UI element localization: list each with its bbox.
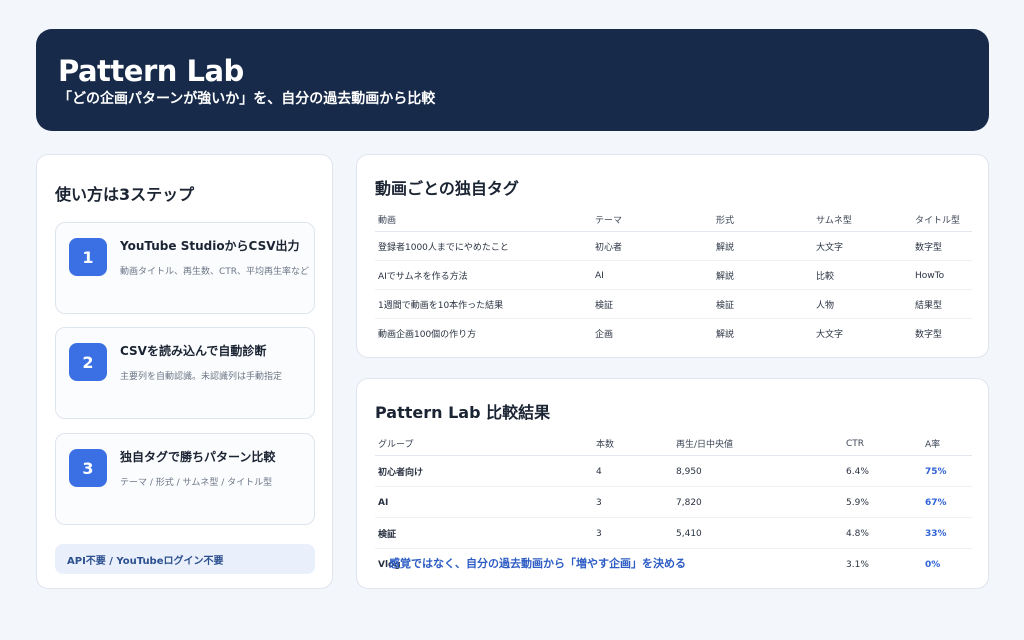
- median-views-cell: 7,820: [673, 486, 843, 518]
- app-title: Pattern Lab: [58, 54, 244, 88]
- theme-cell: 検証: [592, 289, 713, 319]
- tags-table: 動画 テーマ 形式 サムネ型 タイトル型 登録者1000人までにやめたこと 初心…: [375, 207, 972, 348]
- step-3: 3 独自タグで勝ちパターン比較 テーマ / 形式 / サムネ型 / タイトル型: [55, 433, 315, 525]
- ctr-cell: 5.9%: [843, 486, 922, 518]
- app-subtitle: 「どの企画パターンが強いか」を、自分の過去動画から比較: [58, 91, 436, 107]
- count-cell: 3: [593, 517, 673, 549]
- theme-cell: 初心者: [592, 231, 713, 261]
- table-row[interactable]: AIでサムネを作る方法 AI 解説 比較 HowTo: [375, 260, 972, 290]
- video-title-cell: 登録者1000人までにやめたこと: [375, 231, 592, 261]
- column-header: テーマ: [592, 207, 713, 232]
- column-header: サムネ型: [813, 207, 912, 232]
- column-header: 形式: [713, 207, 813, 232]
- table-header-row: グループ 本数 再生/日中央値 CTR A率: [375, 431, 972, 456]
- title-type-cell: 数字型: [912, 231, 972, 261]
- step-title: 独自タグで勝ちパターン比較: [120, 450, 276, 464]
- thumbnail-type-cell: 比較: [813, 260, 912, 290]
- results-card: Pattern Lab 比較結果 グループ 本数 再生/日中央値 CTR A率 …: [356, 378, 989, 589]
- tags-title: 動画ごとの独自タグ: [375, 179, 519, 198]
- thumbnail-type-cell: 大文字: [813, 231, 912, 261]
- column-header: 本数: [593, 431, 673, 456]
- step-description: 動画タイトル、再生数、CTR、平均再生率など: [120, 267, 310, 277]
- video-title-cell: 動画企画100個の作り方: [378, 330, 477, 341]
- ctr-cell: 4.8%: [843, 517, 922, 549]
- thumbnail-type-cell: 大文字: [816, 330, 844, 341]
- median-views-cell: [673, 549, 843, 580]
- theme-cell: 企画: [595, 330, 614, 341]
- table-header-row: 動画 テーマ 形式 サムネ型 タイトル型: [375, 207, 972, 232]
- column-header: CTR: [843, 431, 922, 456]
- a-rate-cell: 33%: [922, 517, 972, 549]
- step-number: 3: [69, 449, 107, 487]
- a-rate-cell: 0%: [925, 559, 941, 570]
- howto-card: 使い方は3ステップ 1 YouTube StudioからCSV出力 動画タイトル…: [36, 154, 333, 589]
- count-cell: 4: [593, 455, 673, 487]
- video-title-cell: AIでサムネを作る方法: [375, 260, 592, 290]
- group-cell: AI: [375, 486, 593, 518]
- table-row[interactable]: 検証 3 5,410 4.8% 33%: [375, 517, 972, 549]
- title-type-cell: 数字型: [915, 330, 943, 341]
- results-title: Pattern Lab 比較結果: [375, 403, 551, 422]
- step-description: 主要列を自動認識。未認識列は手動指定: [120, 372, 283, 382]
- count-cell: 3: [593, 486, 673, 518]
- format-cell: 検証: [713, 289, 813, 319]
- ctr-cell: 6.4%: [843, 455, 922, 487]
- column-header: グループ: [375, 431, 593, 456]
- step-2: 2 CSVを読み込んで自動診断 主要列を自動認識。未認識列は手動指定: [55, 327, 315, 419]
- howto-title: 使い方は3ステップ: [55, 185, 195, 204]
- a-rate-cell: 75%: [922, 455, 972, 487]
- median-views-cell: 8,950: [673, 455, 843, 487]
- format-cell: 解説: [713, 231, 813, 261]
- table-row[interactable]: 1週間で動画を10本作った結果 検証 検証 人物 結果型: [375, 289, 972, 319]
- step-title: YouTube StudioからCSV出力: [120, 239, 300, 253]
- column-header: A率: [922, 431, 972, 456]
- step-title: CSVを読み込んで自動診断: [120, 344, 267, 358]
- column-header: タイトル型: [912, 207, 972, 232]
- hero-banner: Pattern Lab 「どの企画パターンが強いか」を、自分の過去動画から比較: [36, 29, 989, 131]
- table-row[interactable]: 動画企画100個の作り方 企画 解説 大文字 数字型: [375, 319, 972, 348]
- step-number: 2: [69, 343, 107, 381]
- thumbnail-type-cell: 人物: [813, 289, 912, 319]
- column-header: 再生/日中央値: [673, 431, 843, 456]
- tags-card: 動画ごとの独自タグ 動画 テーマ 形式 サムネ型 タイトル型 登録者1000人ま…: [356, 154, 989, 358]
- conclusion-note: 感覚ではなく、自分の過去動画から「増やす企画」を決める: [389, 557, 686, 570]
- table-row[interactable]: 初心者向け 4 8,950 6.4% 75%: [375, 455, 972, 487]
- step-description: テーマ / 形式 / サムネ型 / タイトル型: [120, 478, 273, 488]
- requirements-note: API不要 / YouTubeログイン不要: [55, 544, 315, 574]
- title-type-cell: 結果型: [912, 289, 972, 319]
- step-1: 1 YouTube StudioからCSV出力 動画タイトル、再生数、CTR、平…: [55, 222, 315, 314]
- format-cell: 解説: [713, 260, 813, 290]
- step-number: 1: [69, 238, 107, 276]
- group-cell: 初心者向け: [375, 455, 593, 487]
- table-row[interactable]: 登録者1000人までにやめたこと 初心者 解説 大文字 数字型: [375, 231, 972, 261]
- video-title-cell: 1週間で動画を10本作った結果: [375, 289, 592, 319]
- table-row[interactable]: AI 3 7,820 5.9% 67%: [375, 486, 972, 518]
- ctr-cell: 3.1%: [846, 559, 869, 570]
- median-views-cell: 5,410: [673, 517, 843, 549]
- format-cell: 解説: [716, 330, 735, 341]
- title-type-cell: HowTo: [912, 260, 972, 290]
- theme-cell: AI: [592, 260, 713, 290]
- a-rate-cell: 67%: [922, 486, 972, 518]
- column-header: 動画: [375, 207, 592, 232]
- group-cell: 検証: [375, 517, 593, 549]
